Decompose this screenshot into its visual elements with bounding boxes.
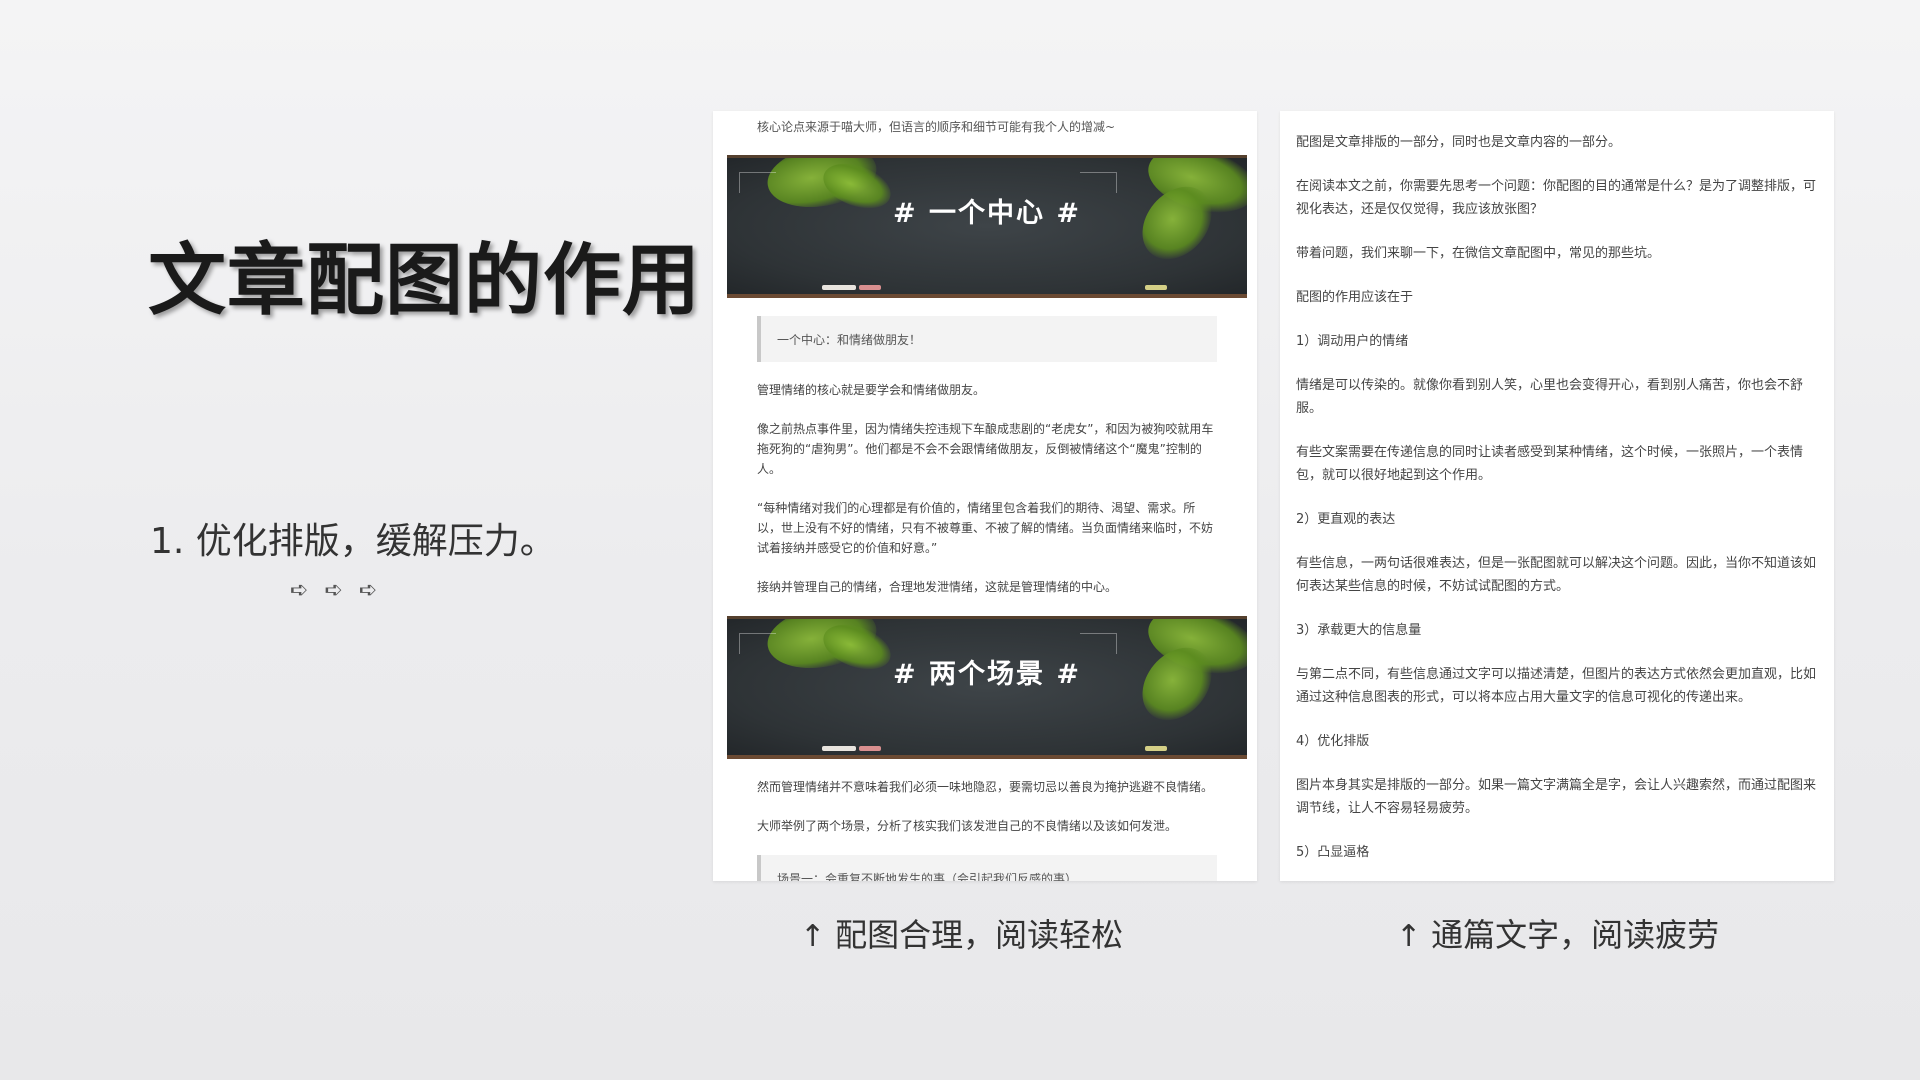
caption-with-images: ↑ 配图合理，阅读轻松 [800, 910, 1123, 956]
point-text: 1. 优化排版，缓解压力。 [150, 521, 556, 562]
chalkboard-banner-image: # 一个中心 # [727, 155, 1247, 298]
article-paragraph: 配图是文章排版的一部分，同时也是文章内容的一部分。 [1296, 135, 1622, 150]
up-arrow-icon: ↑ [800, 919, 826, 954]
chalk-piece [1145, 285, 1167, 290]
article-paragraph: 配图的作用应该在于 [1296, 290, 1414, 305]
chalk-piece [822, 285, 856, 290]
article-paragraph: 管理情绪的核心就是要学会和情绪做朋友。 [757, 383, 986, 397]
article-paragraph: 接纳并管理自己的情绪，合理地发泄情绪，这就是管理情绪的中心。 [757, 580, 1118, 594]
text-only-article-screenshot: 配图是文章排版的一部分，同时也是文章内容的一部分。 在阅读本文之前，你需要先思考… [1280, 111, 1834, 881]
caption-text: 通篇文字，阅读疲劳 [1431, 916, 1720, 954]
article-paragraph: 在阅读本文之前，你需要先思考一个问题：你配图的目的通常是什么？是为了调整排版，可… [1296, 179, 1817, 217]
banner-heading: # 一个中心 # [892, 198, 1082, 229]
chalk-line [1080, 633, 1117, 654]
article-subheading: 3）承载更大的信息量 [1296, 623, 1422, 638]
chalk-piece [859, 285, 881, 290]
chalk-piece [822, 746, 856, 751]
article-paragraph: 情绪是可以传染的。就像你看到别人笑，心里也会变得开心，看到别人痛苦，你也会不舒服… [1296, 378, 1804, 416]
article-paragraph: 带着问题，我们来聊一下，在微信文章配图中，常见的那些坑。 [1296, 246, 1661, 261]
chalkboard-banner-image: # 两个场景 # [727, 616, 1247, 759]
article-paragraph: 与第二点不同，有些信息通过文字可以描述清楚，但图片的表达方式依然会更加直观，比如… [1296, 667, 1817, 705]
article-with-images-screenshot: 核心论点来源于喵大师，但语言的顺序和细节可能有我个人的增减~ # 一个中心 # … [713, 111, 1257, 881]
slide-title: 文章配图的作用 [148, 236, 702, 326]
quote-block: 场景一：会重复不断地发生的事（会引起我们反感的事） [757, 855, 1217, 881]
article-subheading: 1）调动用户的情绪 [1296, 334, 1409, 349]
chalk-line [1080, 172, 1117, 193]
source-note: 核心论点来源于喵大师，但语言的顺序和细节可能有我个人的增减~ [757, 120, 1116, 134]
arrow-right-icon: ➪ [324, 578, 343, 603]
article-paragraph: “每种情绪对我们的心理都是有价值的，情绪里包含着我们的期待、渴望、需求。所以，世… [757, 501, 1214, 555]
chalk-line [739, 172, 776, 193]
caption-text: 配图合理，阅读轻松 [835, 916, 1124, 954]
article-paragraph: 然而管理情绪并不意味着我们必须一味地隐忍，要需切忌以善良为掩护逃避不良情绪。 [757, 780, 1214, 794]
article-subheading: 2）更直观的表达 [1296, 512, 1396, 527]
article-paragraph: 像之前热点事件里，因为情绪失控违规下车酿成悲剧的“老虎女”，和因为被狗咬就用车拖… [757, 422, 1214, 476]
article-paragraph: 大师举例了两个场景，分析了核实我们该发泄自己的不良情绪以及该如何发泄。 [757, 819, 1178, 833]
arrow-row: ➪ ➪ ➪ [290, 578, 377, 603]
caption-text-only: ↑ 通篇文字，阅读疲劳 [1396, 910, 1719, 956]
article-paragraph: 有些文案需要在传递信息的同时让读者感受到某种情绪，这个时候，一张照片，一个表情包… [1296, 445, 1804, 483]
chalk-piece [859, 746, 881, 751]
article-paragraph: 有些信息，一两句话很难表达，但是一张配图就可以解决这个问题。因此，当你不知道该如… [1296, 556, 1817, 594]
arrow-right-icon: ➪ [358, 578, 378, 603]
chalk-piece [1145, 746, 1167, 751]
up-arrow-icon: ↑ [1396, 919, 1422, 954]
article-subheading: 5）凸显逼格 [1296, 845, 1370, 860]
article-paragraph: 图片本身其实是排版的一部分。如果一篇文字满篇全是字，会让人兴趣索然，而通过配图来… [1296, 778, 1817, 816]
arrow-right-icon: ➪ [290, 578, 309, 603]
article-subheading: 4）优化排版 [1296, 734, 1370, 749]
chalk-line [739, 633, 776, 654]
quote-block: 一个中心：和情绪做朋友！ [757, 316, 1217, 362]
banner-heading: # 两个场景 # [892, 659, 1082, 690]
